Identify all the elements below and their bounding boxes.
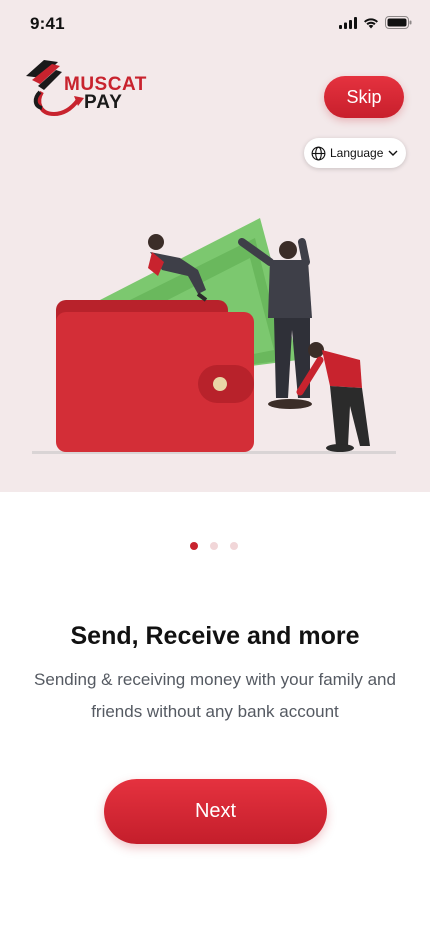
battery-icon: [385, 16, 412, 29]
wallet-icon: [56, 300, 254, 452]
language-selector[interactable]: Language: [304, 138, 406, 168]
page-dot-1[interactable]: [190, 542, 198, 550]
skip-button[interactable]: Skip: [324, 76, 404, 118]
next-button[interactable]: Next: [104, 779, 327, 844]
chevron-down-icon: [388, 150, 398, 156]
logo-text-pay: PAY: [84, 92, 123, 113]
wallet-illustration: [32, 218, 396, 454]
language-label: Language: [330, 146, 384, 160]
onboarding-title: Send, Receive and more: [70, 622, 360, 650]
page-dot-2[interactable]: [210, 542, 218, 550]
status-time: 9:41: [30, 14, 65, 33]
page-dot-3[interactable]: [230, 542, 238, 550]
globe-icon: [311, 146, 326, 160]
onboarding-subtitle: Sending & receiving money with your fami…: [34, 670, 396, 721]
status-icons: [339, 16, 412, 29]
muscat-pay-logo: MUSCAT PAY: [24, 56, 164, 122]
person-lifting-icon: [296, 342, 370, 452]
wifi-icon: [364, 17, 378, 28]
signal-icon: [339, 16, 357, 29]
page-indicator: [190, 542, 238, 550]
hero-section: 9:41 MUSCAT PAY Skip Language: [0, 0, 430, 492]
status-bar: 9:41: [0, 0, 430, 48]
